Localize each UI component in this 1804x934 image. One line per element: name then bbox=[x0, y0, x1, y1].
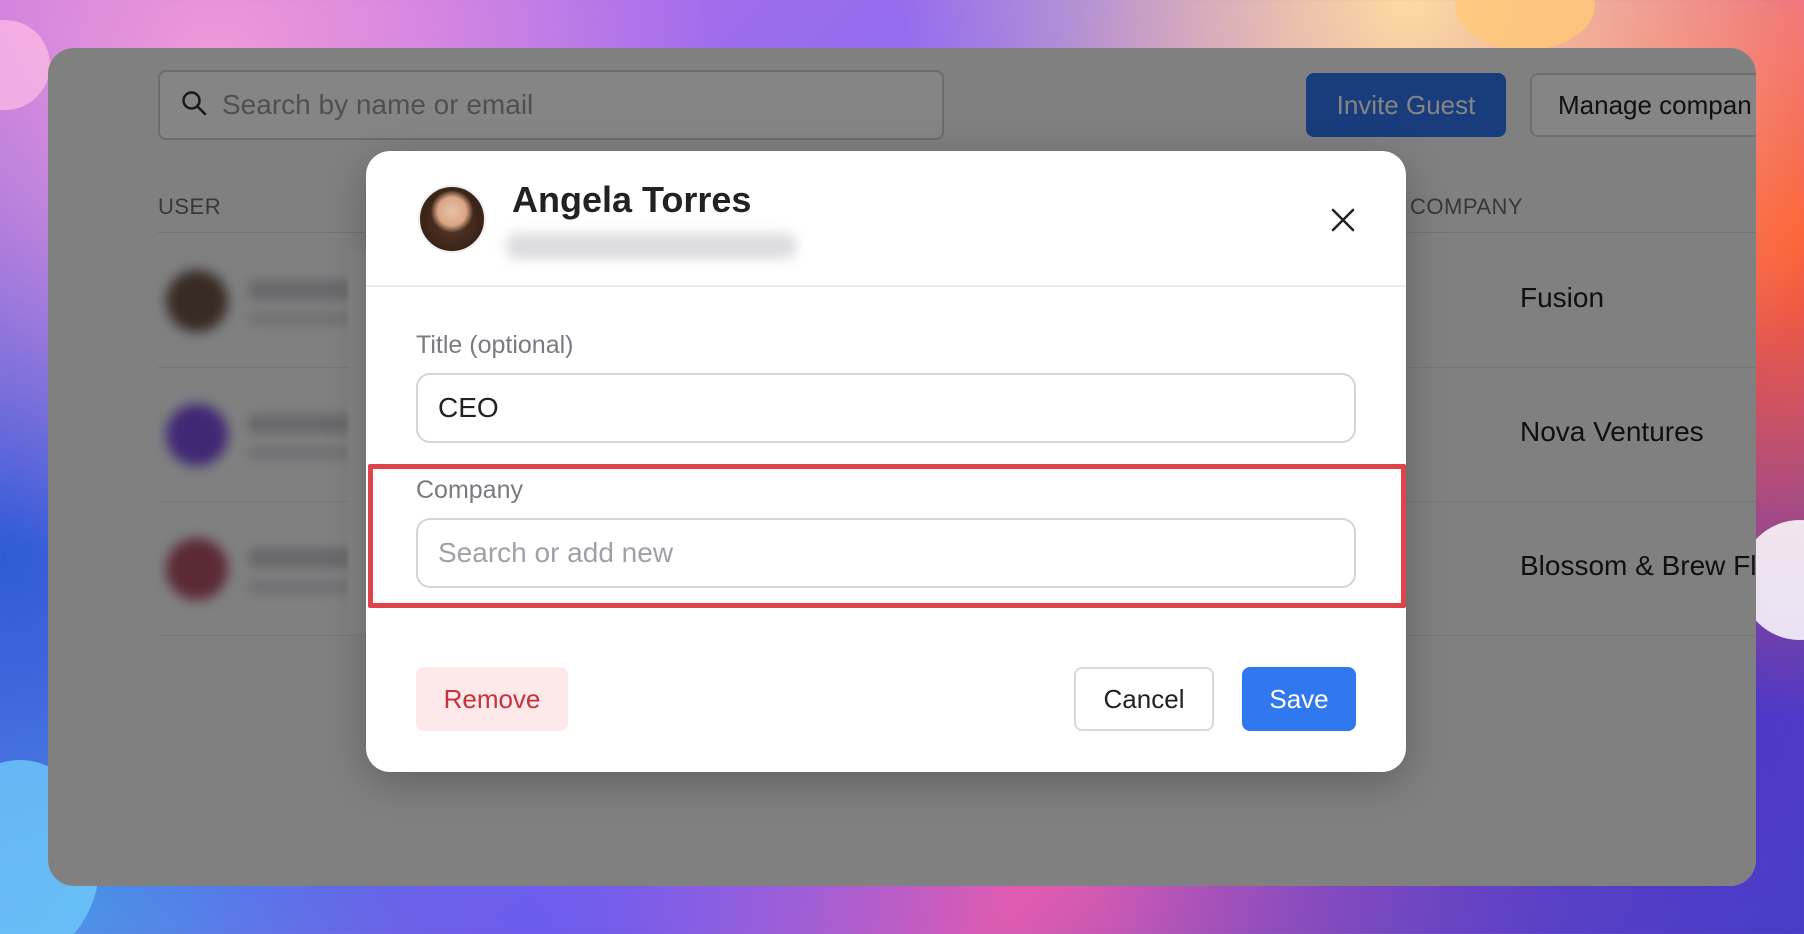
guest-name: Angela Torres bbox=[512, 179, 752, 220]
toolbar: Invite Guest Manage compan bbox=[48, 48, 1756, 158]
avatar bbox=[166, 538, 228, 600]
avatar bbox=[166, 404, 228, 466]
title-label: Title (optional) bbox=[416, 331, 574, 359]
save-button[interactable]: Save bbox=[1242, 667, 1356, 731]
avatar bbox=[418, 185, 486, 253]
company-cell: Nova Ventures bbox=[1520, 416, 1704, 447]
close-icon bbox=[1331, 208, 1355, 232]
background-blob bbox=[0, 20, 50, 110]
background-blob bbox=[1455, 0, 1595, 50]
invite-guest-button[interactable]: Invite Guest bbox=[1306, 73, 1506, 137]
title-input[interactable] bbox=[416, 373, 1356, 443]
manage-companies-button[interactable]: Manage compan bbox=[1530, 73, 1756, 137]
avatar bbox=[166, 270, 228, 332]
close-button[interactable] bbox=[1326, 203, 1360, 237]
blurred-user-email bbox=[248, 446, 358, 460]
column-header-user: USER bbox=[158, 194, 222, 219]
remove-button[interactable]: Remove bbox=[416, 667, 568, 731]
column-header-company: COMPANY bbox=[1410, 194, 1524, 219]
search-box[interactable] bbox=[158, 70, 944, 140]
company-label: Company bbox=[416, 476, 523, 504]
blurred-user-email bbox=[248, 312, 358, 326]
search-input[interactable] bbox=[222, 89, 922, 121]
dialog-header: Angela Torres bbox=[366, 151, 1406, 287]
cancel-button[interactable]: Cancel bbox=[1074, 667, 1214, 731]
company-cell: Blossom & Brew Floral Stuc bbox=[1520, 550, 1756, 581]
blurred-user-email bbox=[248, 580, 358, 594]
search-icon bbox=[180, 89, 208, 122]
company-input[interactable] bbox=[416, 518, 1356, 588]
blurred-email bbox=[506, 233, 796, 259]
company-cell: Fusion bbox=[1520, 282, 1605, 313]
edit-guest-dialog: Angela Torres Title (optional) Company R… bbox=[366, 151, 1406, 772]
